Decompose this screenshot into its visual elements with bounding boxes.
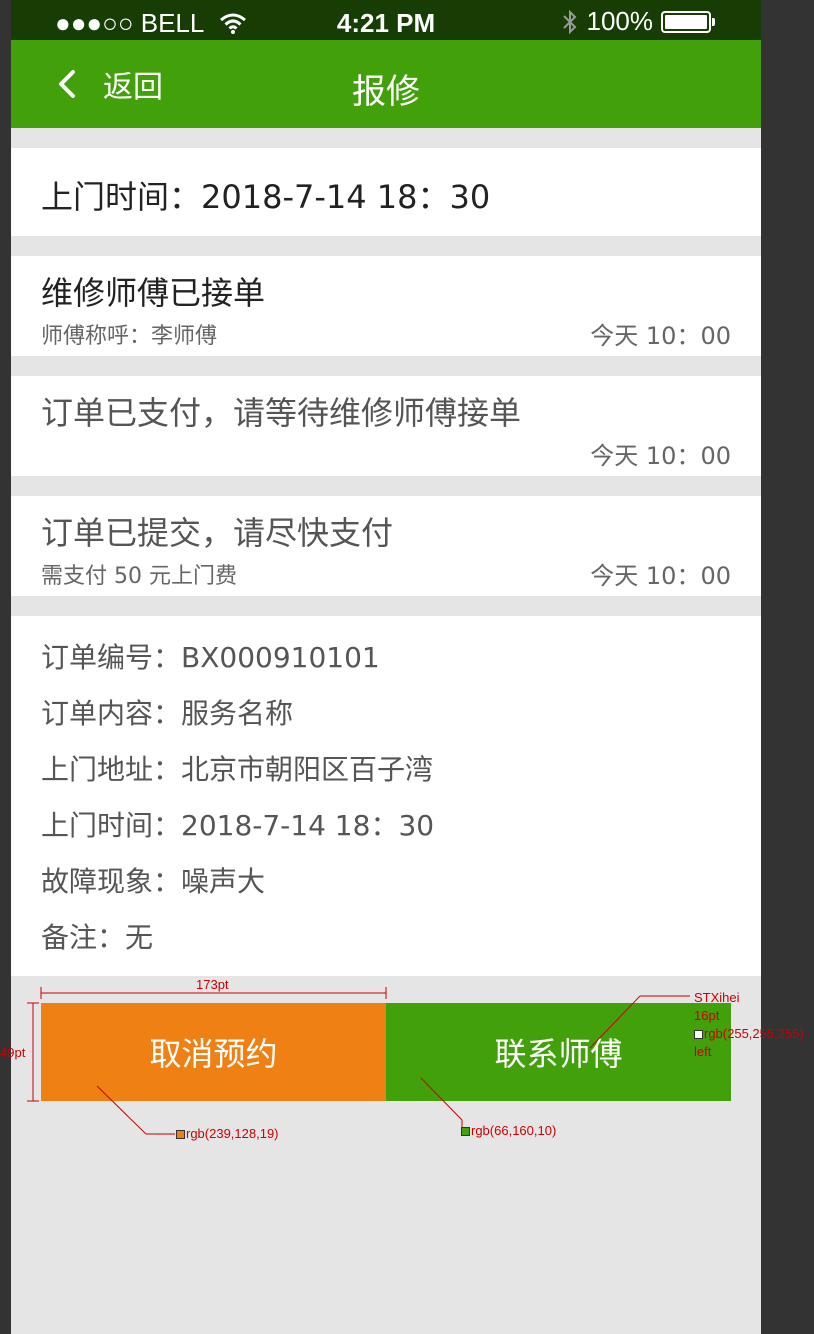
timeline-subtitle: 师傅称呼：李师傅 [41, 324, 218, 349]
contact-color-value: rgb(66,160,10) [471, 1123, 557, 1138]
timeline-title: 订单已支付，请等待维修师傅接单 [41, 394, 522, 432]
battery-percent: 100% [586, 6, 654, 36]
orange-swatch-icon [176, 1130, 185, 1140]
timeline-title: 订单已提交，请尽快支付 [41, 514, 394, 552]
timeline-time: 今天 10：00 [590, 562, 731, 590]
timeline-item-accepted: 维修师傅已接单 师傅称呼：李师傅 今天 10：00 [11, 256, 761, 356]
remarks: 备注：无 [41, 921, 154, 954]
nav-bar: 返回 报修 [11, 40, 761, 128]
order-details-card: 订单编号：BX000910101 订单内容：服务名称 上门地址：北京市朝阳区百子… [11, 616, 761, 976]
width-annotation: 173pt [196, 977, 229, 992]
fault-description: 故障现象：噪声大 [41, 865, 266, 898]
timeline-time: 今天 10：00 [590, 442, 731, 470]
green-swatch-icon [461, 1127, 470, 1137]
visit-address: 上门地址：北京市朝阳区百子湾 [41, 753, 434, 786]
text-color-annotation: rgb(255,255,255) [694, 1025, 814, 1043]
visit-time-card: 上门时间：2018-7-14 18：30 [11, 148, 761, 236]
status-right: 100% [561, 6, 715, 37]
timeline-item-paid: 订单已支付，请等待维修师傅接单 今天 10：00 [11, 376, 761, 476]
cancel-booking-button[interactable]: 取消预约 [41, 1003, 386, 1101]
detail-visit-time: 上门时间：2018-7-14 18：30 [41, 809, 435, 842]
timeline-title: 维修师傅已接单 [41, 274, 266, 312]
visit-time-text: 上门时间：2018-7-14 18：30 [41, 178, 491, 216]
font-size-annotation: 16pt [694, 1008, 720, 1023]
timeline-time: 今天 10：00 [590, 322, 731, 350]
cancel-color-value: rgb(239,128,19) [186, 1126, 279, 1141]
timeline-item-submitted: 订单已提交，请尽快支付 需支付 50 元上门费 今天 10：00 [11, 496, 761, 596]
text-color-value: rgb(255,255,255) [704, 1026, 804, 1041]
order-content: 订单内容：服务名称 [41, 697, 294, 730]
text-align-annotation: left [694, 1044, 712, 1059]
contact-technician-button[interactable]: 联系师傅 [386, 1003, 731, 1101]
contact-color-annotation: rgb(66,160,10) [461, 1123, 556, 1138]
font-annotation: STXihei 16pt rgb(255,255,255) left [694, 989, 814, 1061]
cancel-color-annotation: rgb(239,128,19) [176, 1126, 279, 1141]
font-name-annotation: STXihei [694, 990, 740, 1005]
battery-icon [661, 10, 715, 33]
page-title: 报修 [352, 72, 420, 112]
bluetooth-icon [562, 9, 576, 34]
height-annotation: 49pt [0, 1045, 26, 1060]
phone-screen: ●●●○○ BELL 4:21 PM 100% 返回 报修 上门时间：2018-… [11, 0, 761, 1334]
white-swatch-icon [694, 1030, 703, 1040]
order-number: 订单编号：BX000910101 [41, 641, 380, 674]
status-bar: ●●●○○ BELL 4:21 PM 100% [11, 0, 761, 40]
timeline-subtitle: 需支付 50 元上门费 [41, 564, 237, 589]
